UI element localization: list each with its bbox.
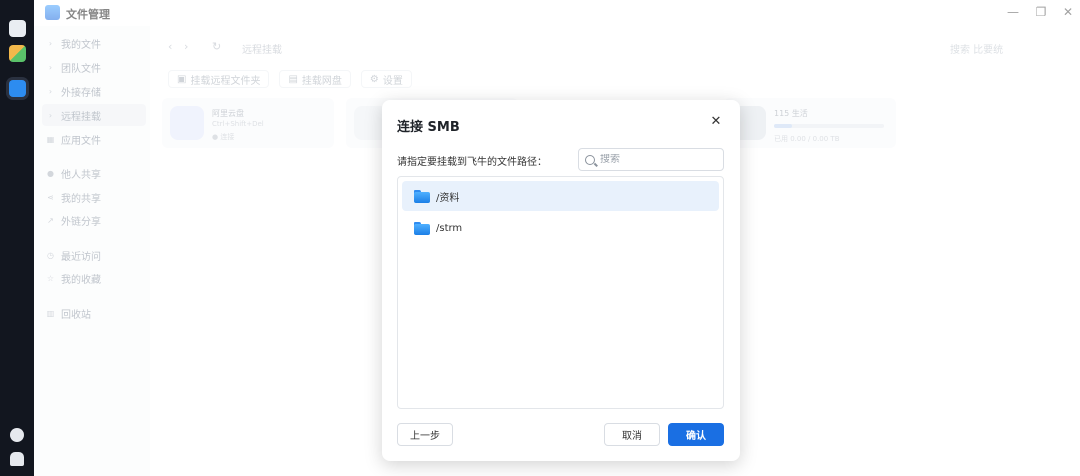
- search-icon: [585, 154, 595, 165]
- dialog-search: [578, 148, 724, 171]
- dialog-title: 连接 SMB: [397, 120, 460, 135]
- folder-icon: [414, 189, 430, 203]
- folder-item-strm[interactable]: /strm: [402, 213, 719, 243]
- file-manager-dock-icon[interactable]: [9, 80, 26, 97]
- app-center-icon[interactable]: [9, 45, 26, 62]
- folder-list: /资料 /strm: [397, 176, 724, 409]
- previous-step-button[interactable]: 上一步: [397, 423, 453, 446]
- folder-item-ziliao[interactable]: /资料: [402, 181, 719, 211]
- confirm-button[interactable]: 确认: [668, 423, 724, 446]
- folder-icon: [414, 221, 430, 235]
- close-icon[interactable]: ✕: [709, 115, 723, 129]
- monitor-icon[interactable]: [9, 20, 26, 37]
- system-dock: [0, 0, 34, 476]
- settings-icon[interactable]: [10, 428, 24, 442]
- folder-name: /strm: [436, 222, 463, 234]
- connect-smb-dialog: 连接 SMB ✕ 请指定要挂载到飞牛的文件路径： /资料 /strm 上一步 取…: [382, 100, 740, 461]
- cancel-button[interactable]: 取消: [604, 423, 660, 446]
- bell-icon[interactable]: [10, 452, 24, 466]
- dialog-search-input[interactable]: [600, 154, 710, 165]
- path-prompt: 请指定要挂载到飞牛的文件路径：: [397, 157, 547, 168]
- folder-name: /资料: [436, 192, 460, 204]
